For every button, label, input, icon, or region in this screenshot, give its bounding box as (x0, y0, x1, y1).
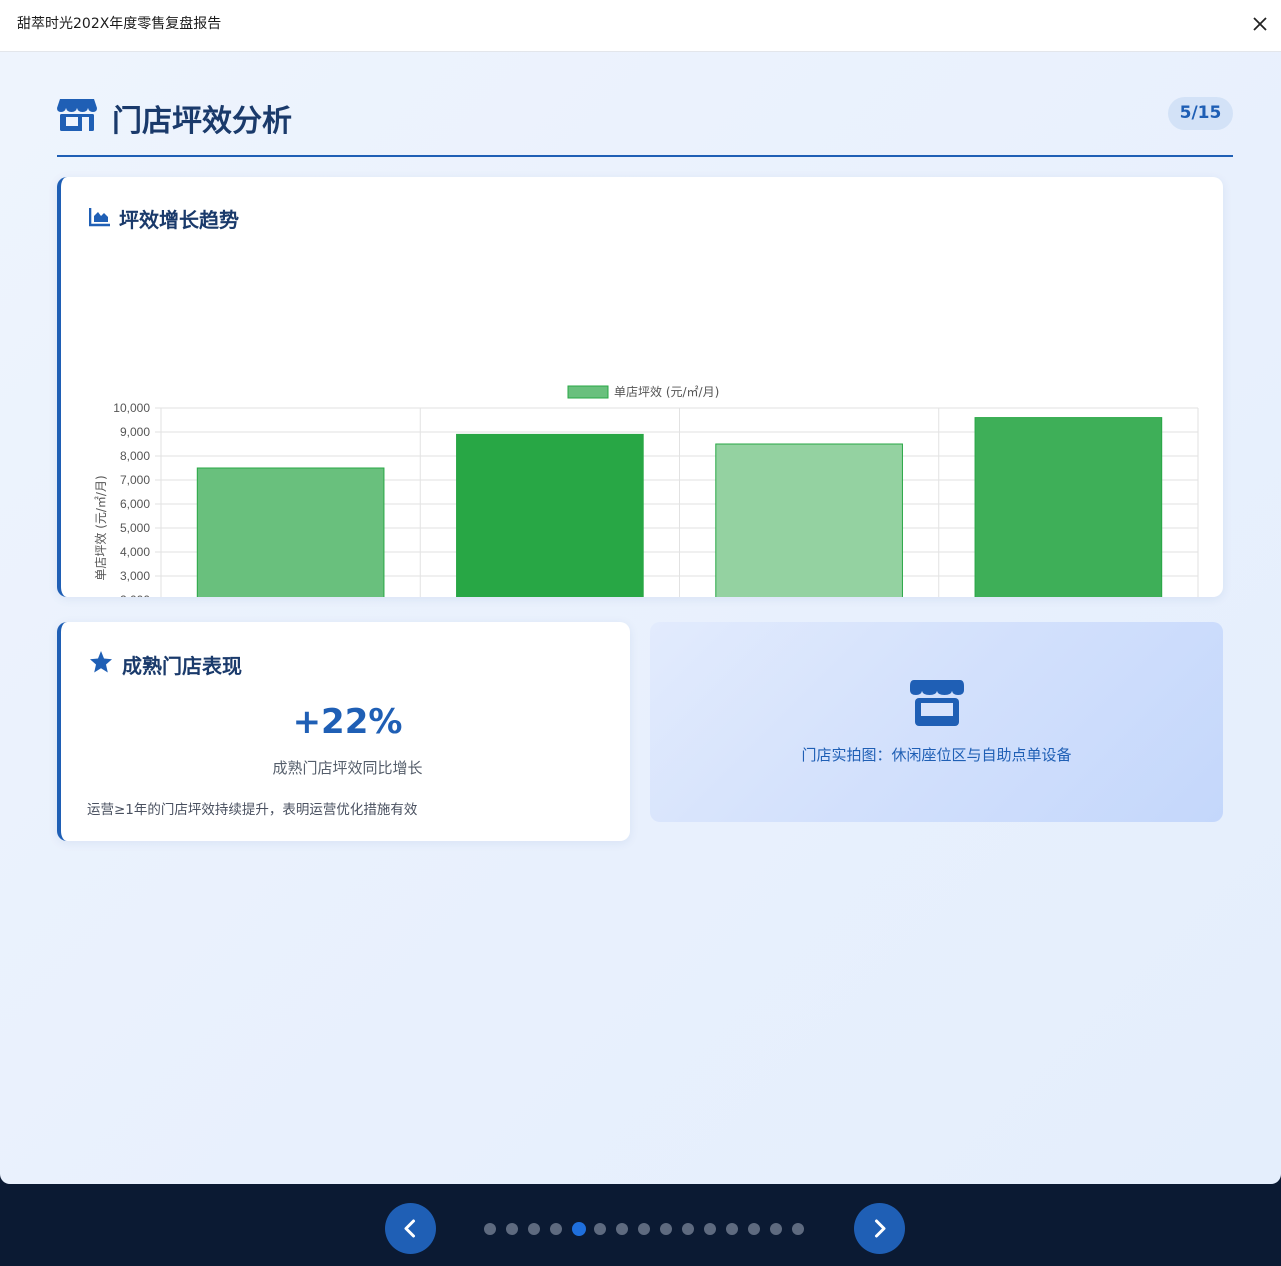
next-slide-button[interactable] (854, 1203, 905, 1254)
y-tick-label: 2,000 (120, 593, 150, 597)
y-axis-title: 单店坪效 (元/㎡/月) (93, 475, 108, 580)
slide-dot[interactable] (792, 1223, 804, 1235)
slide-dot[interactable] (660, 1223, 672, 1235)
bar-chart: 01,0002,0003,0004,0005,0006,0007,0008,00… (93, 384, 1199, 597)
slide-dots (484, 1222, 814, 1236)
slide-dot[interactable] (638, 1223, 650, 1235)
prev-slide-button[interactable] (385, 1203, 436, 1254)
y-tick-label: 8,000 (120, 449, 150, 463)
y-tick-label: 4,000 (120, 545, 150, 559)
slide-dot[interactable] (572, 1222, 586, 1236)
slide-dot[interactable] (770, 1223, 782, 1235)
chevron-left-icon (404, 1219, 415, 1238)
mature-store-title: 成熟门店表现 (122, 654, 242, 678)
slide-dot[interactable] (506, 1223, 518, 1235)
y-tick-label: 3,000 (120, 569, 150, 583)
y-tick-label: 5,000 (120, 521, 150, 535)
slide-navigation (0, 1184, 1281, 1266)
bar-4 (974, 417, 1163, 597)
store-icon (57, 99, 97, 131)
slide-header: 门店坪效分析 5/15 (57, 90, 1233, 157)
bar-1 (196, 467, 385, 597)
bar-3 (715, 443, 903, 597)
slide-dot[interactable] (484, 1223, 496, 1235)
legend-swatch (567, 385, 609, 399)
slide-dot[interactable] (682, 1223, 694, 1235)
store-icon (910, 680, 964, 726)
slide-dot[interactable] (704, 1223, 716, 1235)
page-indicator: 5/15 (1168, 97, 1233, 130)
y-tick-label: 6,000 (120, 497, 150, 511)
growth-metric: +22% (292, 702, 403, 742)
growth-note: 运营≥1年的门店坪效持续提升，表明运营优化措施有效 (87, 802, 418, 818)
y-tick-label: 7,000 (120, 473, 150, 487)
slide-dot[interactable] (550, 1223, 562, 1235)
window-title: 甜萃时光202X年度零售复盘报告 (17, 16, 222, 32)
growth-metric-label: 成熟门店坪效同比增长 (272, 759, 423, 777)
mature-store-card: 成熟门店表现 +22% 成熟门店坪效同比增长 运营≥1年的门店坪效持续提升，表明… (57, 622, 630, 841)
store-photo-placeholder: 门店实拍图：休闲座位区与自助点单设备 (650, 622, 1223, 822)
star-icon (90, 651, 112, 673)
window-titlebar: 甜萃时光202X年度零售复盘报告 (0, 0, 1281, 52)
slide-dot[interactable] (616, 1223, 628, 1235)
y-tick-label: 10,000 (113, 401, 150, 415)
chart-card: 坪效增长趋势 01,0002,0003,0004,0005,0006,0007,… (57, 177, 1223, 597)
chevron-right-icon (875, 1219, 886, 1238)
slide-dot[interactable] (748, 1223, 760, 1235)
slide-dot[interactable] (528, 1223, 540, 1235)
photo-caption: 门店实拍图：休闲座位区与自助点单设备 (801, 746, 1072, 764)
slide-dot[interactable] (594, 1223, 606, 1235)
legend-label: 单店坪效 (元/㎡/月) (614, 384, 719, 399)
slide: 门店坪效分析 5/15 坪效增长趋势 01,0002,0003,0004,000… (0, 52, 1281, 1184)
close-icon[interactable] (1247, 11, 1273, 37)
bar-2 (456, 433, 644, 597)
slide-dot[interactable] (726, 1223, 738, 1235)
page-title: 门店坪效分析 (112, 104, 292, 139)
y-tick-label: 9,000 (120, 425, 150, 439)
